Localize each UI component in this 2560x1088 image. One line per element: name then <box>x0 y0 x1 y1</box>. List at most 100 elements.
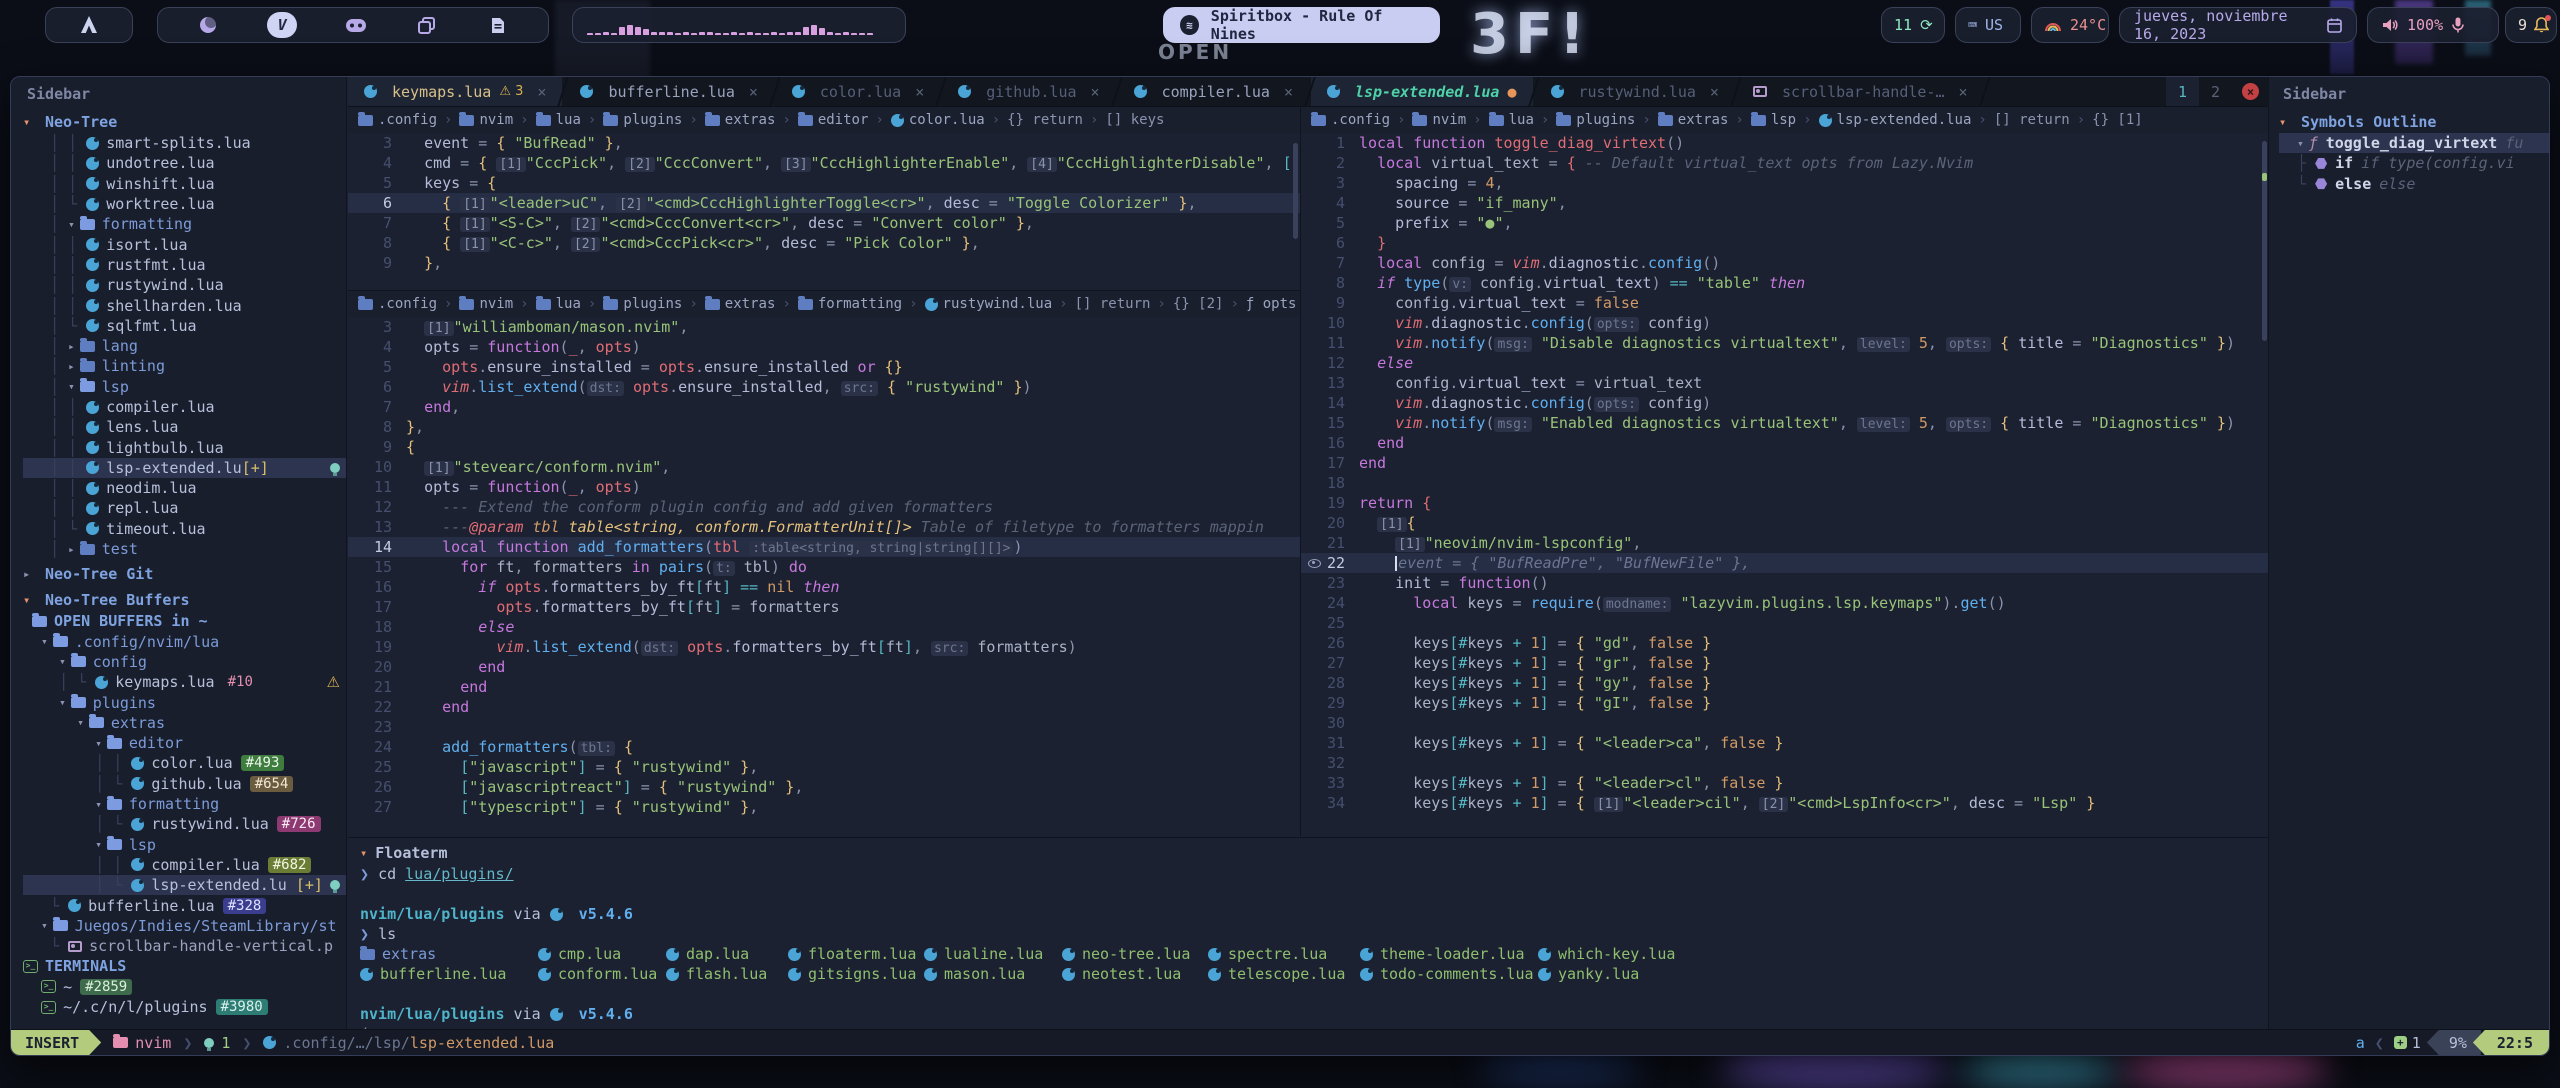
breadcrumb-segment[interactable]: lua <box>536 296 581 312</box>
breadcrumb-segment[interactable]: [] return <box>1075 296 1151 312</box>
tree-item[interactable]: │ │ compiler.lua#682 <box>23 855 346 875</box>
section-header-neo-tree-buffers[interactable]: ▾Neo-Tree Buffers <box>23 589 346 611</box>
floaterm-panel[interactable]: ▾ Floaterm ❯ cd lua/plugins/nvim/lua/plu… <box>348 837 2269 1031</box>
tree-item[interactable]: │ │ lens.lua <box>23 417 346 437</box>
tree-item[interactable]: >_~#2859 <box>23 977 346 997</box>
tree-item[interactable]: │ │ smart-splits.lua <box>23 133 346 153</box>
section-header-neo-tree-git[interactable]: ▸Neo-Tree Git <box>23 563 346 585</box>
workspace-docs-icon[interactable] <box>486 13 510 37</box>
tree-item[interactable]: │ ▸linting <box>23 356 346 376</box>
pane-lsp-extended-lua[interactable]: .config›nvim›lua›plugins›extras›lsp›lsp-… <box>1301 107 2269 836</box>
breadcrumb-segment[interactable]: plugins <box>1556 112 1635 128</box>
breadcrumb-segment[interactable]: nvim <box>1412 112 1466 128</box>
tree-item[interactable]: │ └ keymaps.lua#10⚠ <box>23 672 346 692</box>
tree-item[interactable]: >_TERMINALS <box>23 956 346 976</box>
updates-widget[interactable]: 11 ⟳ <box>1881 7 1945 43</box>
tree-item[interactable]: │ │ shellharden.lua <box>23 295 346 315</box>
tree-item[interactable]: │ │ lightbulb.lua <box>23 437 346 457</box>
tree-item[interactable]: ▾Juegos/Indies/SteamLibrary/st <box>23 916 346 936</box>
close-icon[interactable]: × <box>1091 83 1100 101</box>
tree-item[interactable]: │ └ timeout.lua <box>23 519 346 539</box>
breadcrumb-segment[interactable]: .config <box>358 112 437 128</box>
breadcrumb-segment[interactable]: extras <box>705 112 776 128</box>
workspace-browser-icon[interactable] <box>196 13 220 37</box>
tree-item[interactable]: ▾extras <box>23 713 346 733</box>
symbol-item[interactable]: ├ ifif type(config.vi <box>2279 153 2549 173</box>
breadcrumb-segment[interactable]: {} [2] <box>1173 296 1224 312</box>
tree-item[interactable]: │ ▾formatting <box>23 214 346 234</box>
tab-scrollbar-handle-[interactable]: scrollbar-handle-…× <box>1737 77 1984 106</box>
breadcrumb-segment[interactable]: [] keys <box>1105 112 1164 128</box>
launcher-button[interactable] <box>45 7 133 43</box>
symbol-item[interactable]: └ elseelse <box>2279 174 2549 194</box>
breadcrumb-segment[interactable]: nvim <box>459 296 513 312</box>
breadcrumb-segment[interactable]: rustywind.lua <box>925 296 1053 312</box>
breadcrumb-segment[interactable]: extras <box>705 296 776 312</box>
tree-item[interactable]: │ │ compiler.lua <box>23 397 346 417</box>
tree-item[interactable]: │ │ color.lua#493 <box>23 753 346 773</box>
workspace-windows-icon[interactable] <box>415 13 439 37</box>
tree-item[interactable]: │ ▸lang <box>23 336 346 356</box>
symbol-item[interactable]: ▾ƒtoggle_diag_virtextfu <box>2279 133 2549 153</box>
breadcrumb-segment[interactable]: plugins <box>603 296 682 312</box>
tree-item[interactable]: │ └ worktree.lua <box>23 194 346 214</box>
symbols-outline-header[interactable]: Symbols Outline <box>2301 113 2436 131</box>
tree-item[interactable]: └ bufferline.lua#328 <box>23 895 346 915</box>
pane-rustywind-lua[interactable]: .config›nvim›lua›plugins›extras›formatti… <box>348 291 1300 836</box>
tree-item[interactable]: │ │ rustfmt.lua <box>23 255 346 275</box>
weather-widget[interactable]: 24°C <box>2031 7 2109 43</box>
close-icon[interactable]: × <box>915 83 924 101</box>
tree-item[interactable]: │ └ github.lua#654 <box>23 774 346 794</box>
tab-color-lua[interactable]: color.lua× <box>776 77 940 106</box>
breadcrumb-segment[interactable]: {} return <box>1007 112 1083 128</box>
tree-item[interactable]: │ │ undotree.lua <box>23 153 346 173</box>
workspace-vim-active[interactable]: V <box>267 12 297 38</box>
breadcrumb-segment[interactable]: formatting <box>798 296 902 312</box>
tabpage-1[interactable]: 1 <box>2166 77 2199 106</box>
tree-item[interactable]: │ ▸test <box>23 539 346 559</box>
breadcrumb-segment[interactable]: .config <box>1311 112 1390 128</box>
now-playing-widget[interactable]: ≋ Spiritbox - Rule Of Nines <box>1163 7 1440 43</box>
breadcrumb-segment[interactable]: lsp <box>1751 112 1796 128</box>
tree-item[interactable]: ▾config <box>23 652 346 672</box>
tree-item[interactable]: ▾lsp <box>23 835 346 855</box>
breadcrumb-segment[interactable]: lsp-extended.lua <box>1819 112 1972 128</box>
tab-github-lua[interactable]: github.lua× <box>942 77 1115 106</box>
breadcrumb-segment[interactable]: nvim <box>459 112 513 128</box>
tree-item[interactable]: │ │ neodim.lua <box>23 478 346 498</box>
breadcrumb-segment[interactable]: lua <box>1489 112 1534 128</box>
close-icon[interactable]: × <box>1710 83 1719 101</box>
tree-item[interactable]: │ └ lsp-extended.lu [+] <box>23 875 346 895</box>
scrollbar-handle[interactable] <box>2262 141 2267 341</box>
volume-widget[interactable]: 100% <box>2367 7 2499 43</box>
tree-item[interactable]: ▾formatting <box>23 794 346 814</box>
tab-lsp-extended-lua[interactable]: lsp-extended.lua● <box>1311 77 1533 106</box>
keyboard-layout-widget[interactable]: ⌨ US <box>1955 7 2021 43</box>
tab-bufferline-lua[interactable]: bufferline.lua× <box>564 77 773 106</box>
tree-item[interactable]: >_~/.c/n/l/plugins#3980 <box>23 997 346 1017</box>
tree-item[interactable]: │ │ winshift.lua <box>23 174 346 194</box>
breadcrumb-segment[interactable]: color.lua <box>891 112 985 128</box>
tab-keymaps-lua[interactable]: keymaps.lua⚠ 3× <box>348 77 562 106</box>
tree-item[interactable]: ▾editor <box>23 733 346 753</box>
tree-item[interactable]: │ └ sqlfmt.lua <box>23 316 346 336</box>
tree-item[interactable]: │ │ rustywind.lua <box>23 275 346 295</box>
breadcrumb-segment[interactable]: editor <box>798 112 869 128</box>
close-icon[interactable]: × <box>749 83 758 101</box>
pane-color-lua[interactable]: .config›nvim›lua›plugins›extras›editor›c… <box>348 107 1300 291</box>
breadcrumb-segment[interactable]: ƒ opts <box>1246 296 1297 312</box>
section-header-neo-tree[interactable]: ▾Neo-Tree <box>23 111 346 133</box>
tree-item[interactable]: ▾plugins <box>23 692 346 712</box>
breadcrumb-segment[interactable]: plugins <box>603 112 682 128</box>
tree-item[interactable]: │ └ rustywind.lua#726 <box>23 814 346 834</box>
close-buffer-button[interactable]: × <box>2242 83 2259 100</box>
close-icon[interactable]: × <box>1284 83 1293 101</box>
date-widget[interactable]: jueves, noviembre 16, 2023 <box>2119 7 2357 43</box>
breadcrumb-segment[interactable]: .config <box>358 296 437 312</box>
tabpage-2[interactable]: 2 <box>2199 77 2232 106</box>
workspace-games-icon[interactable] <box>344 13 368 37</box>
close-icon[interactable]: × <box>537 83 546 101</box>
breadcrumb-segment[interactable]: {} [1] <box>2092 112 2143 128</box>
breadcrumb-segment[interactable]: extras <box>1658 112 1729 128</box>
tree-item[interactable]: └ scrollbar-handle-vertical.p <box>23 936 346 956</box>
